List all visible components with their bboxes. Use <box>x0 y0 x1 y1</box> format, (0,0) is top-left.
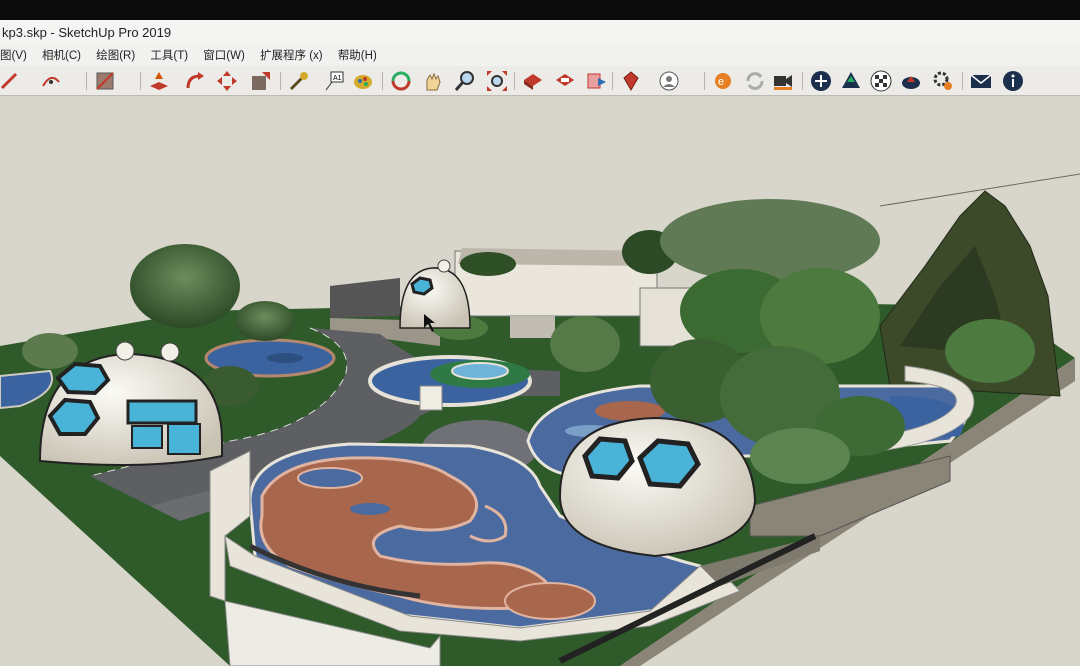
send-to-layout-icon[interactable] <box>586 70 608 92</box>
pan-icon[interactable] <box>422 70 444 92</box>
mail-icon[interactable] <box>970 70 992 92</box>
text-icon[interactable]: A1 <box>322 70 344 92</box>
checker-icon[interactable] <box>870 70 892 92</box>
main-toolbar: A1 e <box>0 66 1080 96</box>
sketchup-window: kp3.skp - SketchUp Pro 2019 图(V) 相机(C) 绘… <box>0 20 1080 666</box>
ruby-icon[interactable] <box>620 70 642 92</box>
menu-bar: 图(V) 相机(C) 绘图(R) 工具(T) 窗口(W) 扩展程序 (x) 帮助… <box>0 46 1080 66</box>
push-pull-icon[interactable] <box>148 70 170 92</box>
offset-icon[interactable] <box>250 70 272 92</box>
warehouse-icon[interactable] <box>522 70 544 92</box>
svg-text:e: e <box>718 76 724 88</box>
menu-extensions[interactable]: 扩展程序 (x) <box>260 46 323 66</box>
window-title: kp3.skp - SketchUp Pro 2019 <box>2 25 172 40</box>
shape-icon[interactable] <box>94 70 116 92</box>
follow-me-icon[interactable] <box>184 70 206 92</box>
pencil-icon[interactable] <box>0 70 22 92</box>
refresh-icon[interactable] <box>744 70 766 92</box>
add-icon[interactable] <box>810 70 832 92</box>
zoom-icon[interactable] <box>454 70 476 92</box>
sync-icon[interactable]: e <box>712 70 734 92</box>
menu-draw[interactable]: 绘图(R) <box>96 46 135 66</box>
user-icon[interactable] <box>658 70 680 92</box>
menu-tools[interactable]: 工具(T) <box>150 46 188 66</box>
upload-icon[interactable] <box>840 70 862 92</box>
move-icon[interactable] <box>216 70 238 92</box>
menu-camera[interactable]: 相机(C) <box>42 46 81 66</box>
model-viewport[interactable] <box>0 96 1080 666</box>
menu-help[interactable]: 帮助(H) <box>338 46 377 66</box>
front-dome-house <box>558 416 757 558</box>
settings-icon[interactable] <box>932 70 954 92</box>
orbit-icon[interactable] <box>390 70 412 92</box>
svg-text:A1: A1 <box>333 75 342 82</box>
menu-view[interactable]: 图(V) <box>0 46 27 66</box>
extension-warehouse-icon[interactable] <box>554 70 576 92</box>
paint-bucket-icon[interactable] <box>352 70 374 92</box>
zoom-extents-icon[interactable] <box>486 70 508 92</box>
video-icon[interactable] <box>772 70 794 92</box>
arc-icon[interactable] <box>40 70 62 92</box>
info-icon[interactable] <box>1002 70 1024 92</box>
tape-measure-icon[interactable] <box>288 70 310 92</box>
title-bar: kp3.skp - SketchUp Pro 2019 <box>0 20 1080 46</box>
menu-window[interactable]: 窗口(W) <box>203 46 245 66</box>
cloud-icon[interactable] <box>900 70 922 92</box>
